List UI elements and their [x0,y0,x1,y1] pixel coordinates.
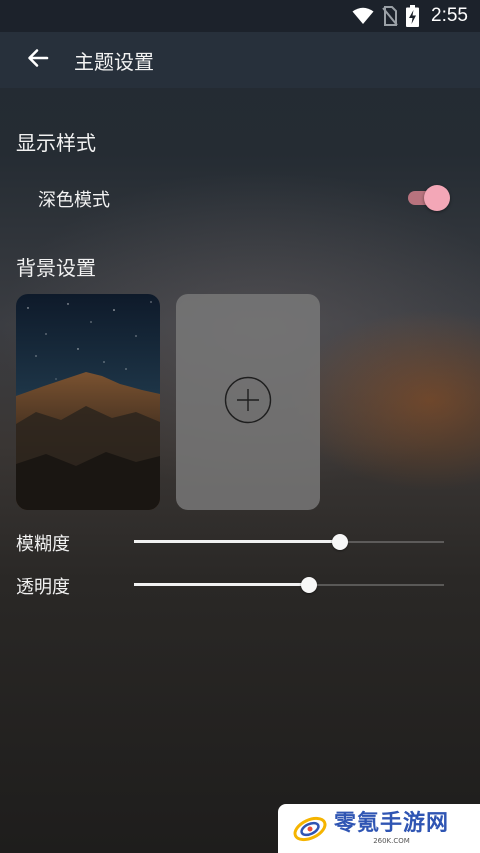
watermark-subtext: 260K.COM [373,837,410,845]
blur-slider[interactable] [134,532,444,552]
slider-knob[interactable] [332,534,349,550]
app-bar: 主题设置 [0,32,480,88]
no-sim-icon [382,6,398,26]
slider-knob[interactable] [301,577,318,593]
wifi-icon [352,7,374,25]
mountain-night-wallpaper [16,294,160,510]
slider-fill [134,540,341,543]
status-time: 2:55 [431,5,468,26]
status-bar: 2:55 [0,0,480,32]
opacity-slider[interactable] [134,575,444,595]
add-background-button[interactable] [176,294,320,510]
blur-label: 模糊度 [16,534,70,555]
watermark: 零氪手游网 260K.COM [278,804,480,853]
add-circle-icon [224,376,272,428]
arrow-left-icon [26,46,50,74]
watermark-text-group: 零氪手游网 260K.COM [334,811,449,846]
toggle-thumb [424,185,450,211]
watermark-text: 零氪手游网 [334,811,450,836]
section-title-display-style: 显示样式 [16,131,96,155]
slider-fill [134,583,310,586]
section-title-background: 背景设置 [16,256,96,280]
opacity-label: 透明度 [16,577,70,598]
dark-mode-label: 深色模式 [38,190,110,211]
background-thumbnail[interactable] [16,294,160,510]
watermark-logo-icon [293,816,327,841]
back-button[interactable] [16,38,60,82]
battery-charging-icon [406,5,420,27]
page-title: 主题设置 [74,49,154,74]
dark-mode-toggle[interactable] [406,184,452,212]
